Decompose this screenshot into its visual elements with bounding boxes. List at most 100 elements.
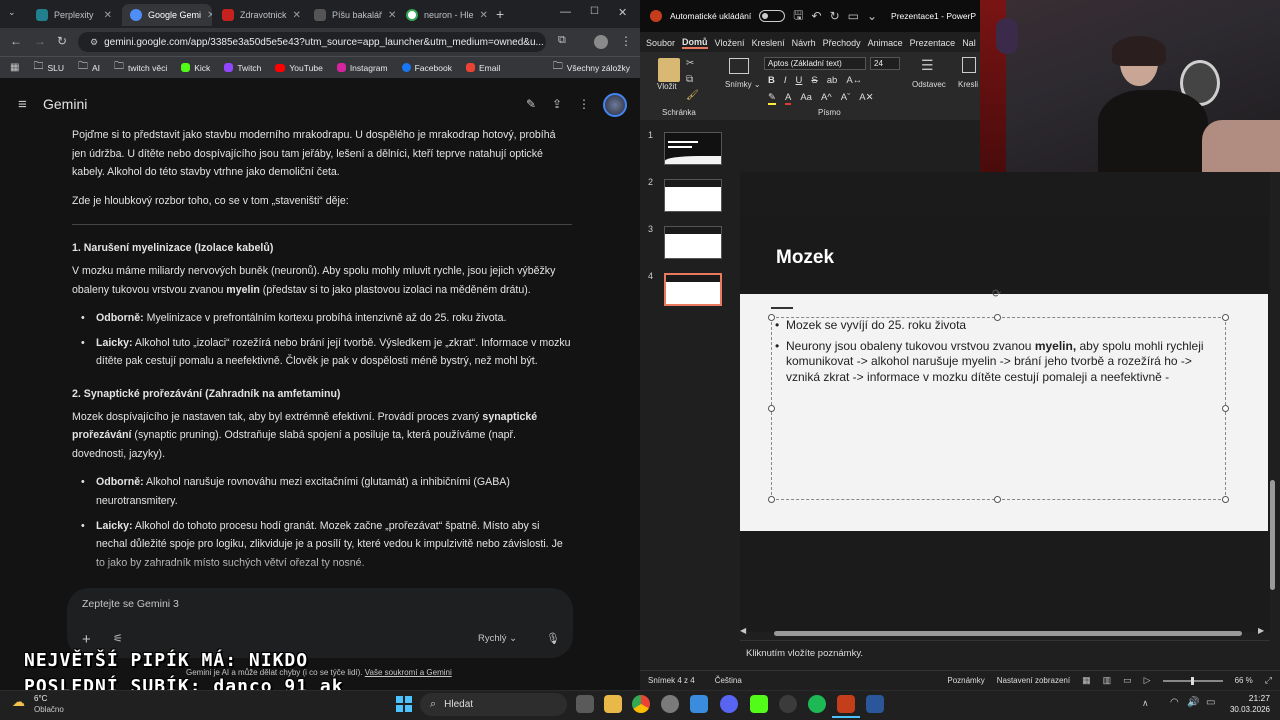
extensions-icon[interactable]: ⧉ — [558, 34, 566, 47]
save-icon[interactable]: 🖫 — [793, 6, 803, 27]
tab-neuron[interactable]: neuron - Hle ✕ — [398, 4, 490, 26]
close-icon[interactable]: ✕ — [104, 10, 112, 21]
slide-thumb-4[interactable] — [664, 273, 722, 306]
tools-icon[interactable]: ⚟ — [113, 632, 123, 645]
taskbar-search[interactable]: ⌕ Hledat — [420, 693, 567, 716]
file-explorer-icon[interactable] — [604, 695, 622, 713]
tab-perplexity[interactable]: Perplexity ✕ — [28, 4, 120, 26]
spotify-icon[interactable] — [808, 695, 826, 713]
customize-icon[interactable]: ⌄ — [867, 9, 877, 23]
forward-icon[interactable]: → — [34, 34, 46, 48]
drawing-icon[interactable] — [962, 57, 976, 73]
all-bookmarks[interactable]: 🗀 Všechny záložky — [553, 59, 630, 76]
tab-animace[interactable]: Animace — [868, 38, 903, 48]
shadow-icon[interactable]: ab — [827, 75, 838, 86]
grow-font-icon[interactable]: A^ — [821, 92, 832, 105]
slide-bullets[interactable]: Mozek se vyvíjí do 25. roku života Neuro… — [775, 318, 1221, 390]
close-icon[interactable]: ✕ — [480, 10, 488, 21]
font-color-icon[interactable]: A — [784, 92, 792, 105]
present-icon[interactable]: ▭ — [848, 9, 859, 23]
more-options-icon[interactable]: ⋮ — [578, 97, 590, 111]
slide-thumb-2[interactable] — [664, 179, 722, 212]
fit-slide-icon[interactable]: ⤢ — [1265, 675, 1272, 686]
kick-app-icon[interactable] — [750, 695, 768, 713]
bookmark-email[interactable]: Email — [465, 63, 500, 73]
cut-icon[interactable]: ✂ — [686, 58, 694, 69]
bookmark-instagram[interactable]: Instagram — [336, 63, 388, 73]
resize-handle[interactable] — [994, 496, 1001, 503]
back-icon[interactable]: ← — [10, 34, 22, 48]
zoom-thumb[interactable] — [1190, 676, 1194, 685]
tab-zdravotnick[interactable]: Zdravotnick ✕ — [214, 4, 304, 26]
hamburger-menu-icon[interactable]: ≡ — [18, 96, 27, 113]
tab-prechody[interactable]: Přechody — [823, 38, 861, 48]
powerpoint-taskbar-icon[interactable] — [837, 695, 855, 713]
normal-view-icon[interactable]: ▦ — [1082, 675, 1091, 686]
slide-title[interactable]: Mozek — [776, 247, 834, 269]
clear-format-icon[interactable]: A✕ — [859, 92, 873, 105]
notes-pane[interactable]: Kliknutím vložíte poznámky. — [740, 640, 1270, 668]
volume-icon[interactable]: 🔊 — [1187, 697, 1199, 708]
minimize-icon[interactable]: — — [560, 6, 571, 18]
apps-icon[interactable]: ▦ — [10, 62, 19, 73]
slide-thumb-3[interactable] — [664, 226, 722, 259]
weather-icon[interactable]: ☁ — [12, 694, 25, 710]
redo-icon[interactable]: ↻ — [830, 9, 840, 23]
close-window-icon[interactable]: ✕ — [618, 6, 627, 19]
scroll-right-icon[interactable]: ▶ — [1258, 626, 1264, 635]
maximize-icon[interactable]: ☐ — [590, 6, 599, 17]
weather-temp[interactable]: 6°C — [34, 694, 47, 703]
bookmark-youtube[interactable]: YouTube — [275, 63, 323, 73]
tab-vlozeni[interactable]: Vložení — [715, 38, 745, 48]
scroll-thumb[interactable] — [774, 631, 1242, 636]
spacing-icon[interactable]: A↔ — [846, 75, 862, 86]
change-case-icon[interactable]: Aa — [800, 92, 812, 105]
tab-bakalarka[interactable]: Píšu bakalář ✕ — [306, 4, 396, 26]
autosave-toggle[interactable] — [759, 10, 786, 22]
site-info-icon[interactable]: ⚙ — [90, 37, 98, 48]
resize-handle[interactable] — [1222, 405, 1229, 412]
mode-selector[interactable]: Rychlý ⌄ — [478, 633, 517, 644]
profile-avatar[interactable] — [594, 35, 608, 49]
close-icon[interactable]: ✕ — [388, 10, 396, 21]
slideshow-icon[interactable]: ▷ — [1144, 675, 1151, 686]
new-chat-icon[interactable]: ✎ — [526, 97, 536, 111]
paragraph-icon[interactable]: ☰ — [921, 57, 934, 74]
bookmark-facebook[interactable]: Facebook — [401, 63, 452, 73]
slide-bullet[interactable]: Neurony jsou obaleny tukovou vrstvou zva… — [775, 339, 1221, 386]
scroll-left-icon[interactable]: ◀ — [740, 626, 746, 635]
bookmark-kick[interactable]: Kick — [181, 63, 210, 73]
photos-icon[interactable] — [690, 695, 708, 713]
drawing-button[interactable]: Kresli — [958, 80, 978, 89]
vertical-scroll-thumb[interactable] — [1270, 480, 1275, 590]
zoom-level[interactable]: 66 % — [1235, 676, 1253, 685]
rotate-handle-icon[interactable]: ⟳ — [992, 287, 1001, 300]
wifi-icon[interactable]: ◠ — [1170, 697, 1179, 708]
task-view-icon[interactable] — [576, 695, 594, 713]
avatar[interactable] — [603, 93, 627, 117]
reading-view-icon[interactable]: ▭ — [1123, 675, 1132, 686]
paste-label[interactable]: Vložit — [657, 82, 677, 91]
undo-icon[interactable]: ↶ — [812, 9, 822, 23]
bookmark-slu[interactable]: 🗀 SLU — [33, 59, 64, 76]
tab-gemini[interactable]: Google Gemi ✕ — [122, 4, 212, 26]
resize-handle[interactable] — [768, 314, 775, 321]
privacy-link[interactable]: Vaše soukromí a Gemini — [365, 668, 452, 677]
paste-icon[interactable] — [658, 58, 680, 82]
share-icon[interactable]: ⇪ — [552, 97, 562, 111]
resize-handle[interactable] — [1222, 314, 1229, 321]
italic-icon[interactable]: I — [784, 75, 787, 86]
add-icon[interactable]: + — [82, 631, 91, 648]
tab-navrh[interactable]: Návrh — [792, 38, 816, 48]
menu-dots-icon[interactable]: ⋮ — [620, 34, 632, 48]
format-painter-icon[interactable]: 🖌 — [686, 90, 699, 101]
new-tab-icon[interactable]: + — [496, 6, 504, 22]
tab-soubor[interactable]: Soubor — [646, 38, 675, 48]
bold-icon[interactable]: B — [768, 75, 775, 86]
reload-icon[interactable]: ↻ — [57, 34, 67, 48]
underline-icon[interactable]: U — [796, 75, 803, 86]
resize-handle[interactable] — [1222, 496, 1229, 503]
copy-icon[interactable]: ⧉ — [686, 74, 693, 85]
slides-button[interactable]: Snímky ⌄ — [725, 80, 761, 89]
sorter-view-icon[interactable]: ▥ — [1103, 675, 1112, 686]
